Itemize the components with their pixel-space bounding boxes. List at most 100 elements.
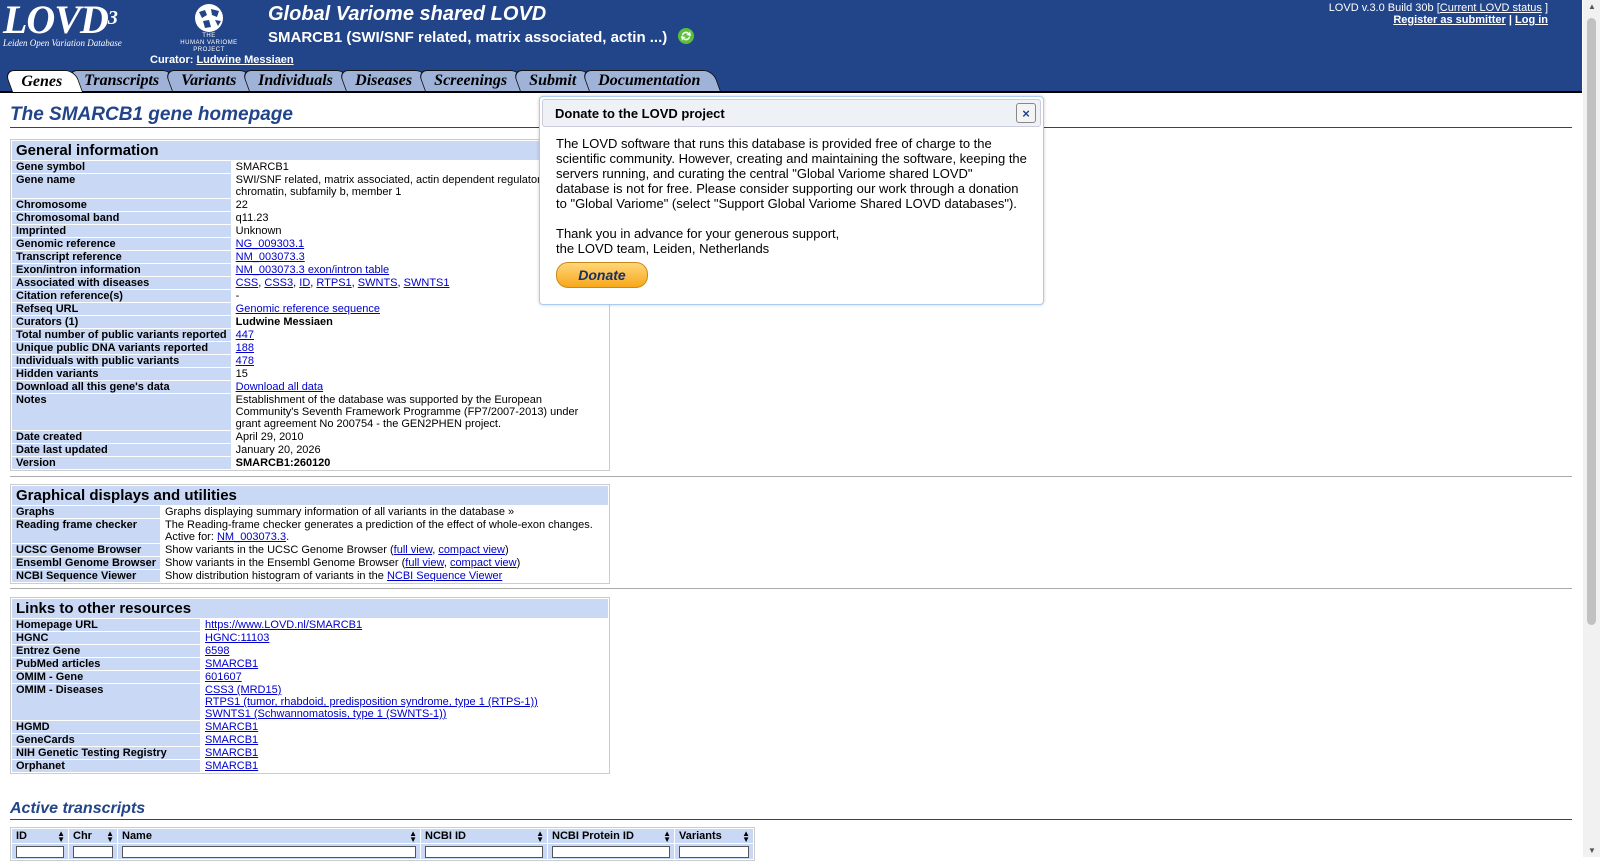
value-link[interactable]: 188	[236, 342, 254, 354]
column-header-variants[interactable]: Variants ▲ ▼	[675, 829, 753, 844]
nih-gtr-link[interactable]: SMARCB1	[205, 747, 258, 759]
section-divider	[10, 476, 1572, 477]
table-row: Gene symbol SMARCB1	[12, 161, 608, 173]
disease-link[interactable]: SWNTS1	[404, 277, 450, 289]
globe-icon	[195, 4, 223, 32]
orphanet-link[interactable]: SMARCB1	[205, 760, 258, 772]
curator-link[interactable]: Ludwine Messiaen	[196, 54, 293, 66]
rf-transcript-link[interactable]: NM_003073.3	[217, 531, 286, 543]
value-link[interactable]: NM_003073.3	[236, 251, 305, 263]
genecards-link[interactable]: SMARCB1	[205, 734, 258, 746]
register-link[interactable]: Register as submitter	[1393, 14, 1505, 26]
vertical-scrollbar[interactable]: ▲ ▼	[1583, 0, 1600, 857]
row-key: Notes	[12, 394, 231, 430]
table-row: HGMD SMARCB1	[12, 721, 608, 733]
row-value: 188	[231, 342, 608, 354]
column-header-id[interactable]: ID ▲ ▼	[12, 829, 68, 844]
pubmed-link[interactable]: SMARCB1	[205, 658, 258, 670]
omim-disease-link[interactable]: SWNTS1 (Schwannomatosis, type 1 (SWNTS-1…	[205, 708, 446, 720]
omim-disease-link[interactable]: RTPS1 (tumor, rhabdoid, predisposition s…	[205, 696, 538, 708]
filter-chr-input[interactable]	[73, 845, 113, 858]
filter-ncbi-protein-id-input[interactable]	[552, 845, 670, 858]
omim-gene-link[interactable]: 601607	[205, 671, 242, 683]
value-link[interactable]: 478	[236, 355, 254, 367]
value-link[interactable]: Download all data	[236, 381, 323, 393]
row-key: Homepage URL	[12, 619, 200, 631]
tab-genes[interactable]: Genes	[3, 70, 83, 92]
disease-link[interactable]: CSS	[236, 277, 259, 289]
table-row: Unique public DNA variants reported 188	[12, 342, 608, 354]
column-header-ncbi-protein-id[interactable]: NCBI Protein ID ▲ ▼	[548, 829, 674, 844]
donate-button[interactable]: Donate	[556, 262, 648, 288]
value-link[interactable]: 447	[236, 329, 254, 341]
disease-link[interactable]: SWNTS	[358, 277, 398, 289]
table-row: Hidden variants 15	[12, 368, 608, 380]
lovd-status-link[interactable]: Current LOVD status	[1440, 2, 1542, 14]
column-header-name[interactable]: Name ▲ ▼	[118, 829, 420, 844]
column-header-ncbi-id[interactable]: NCBI ID ▲ ▼	[421, 829, 547, 844]
table-row: Associated with diseases CSS, CSS3, ID, R…	[12, 277, 608, 289]
refresh-icon[interactable]	[677, 27, 695, 49]
row-value: January 20, 2026	[231, 444, 608, 456]
tab-transcripts[interactable]: Transcripts	[67, 70, 180, 91]
ucsc-compact-view-link[interactable]: compact view	[438, 544, 505, 556]
table-row: Chromosomal band q11.23	[12, 212, 608, 224]
hgmd-link[interactable]: SMARCB1	[205, 721, 258, 733]
row-key: Refseq URL	[12, 303, 231, 315]
hvp-text-the: THE	[202, 33, 216, 39]
table-row: Reading frame checker The Reading-frame c…	[12, 519, 608, 543]
row-value: Ludwine Messiaen	[231, 316, 608, 328]
row-value: The Reading-frame checker generates a pr…	[161, 519, 608, 543]
hvp-text-name: HUMAN VARIOME	[180, 40, 238, 46]
row-value: 15	[231, 368, 608, 380]
row-key: Date created	[12, 431, 231, 443]
entrez-link[interactable]: 6598	[205, 645, 229, 657]
table-row: Graphs Graphs displaying summary informat…	[12, 506, 608, 518]
login-link[interactable]: Log in	[1515, 14, 1548, 26]
rf-active-label: Active for:	[165, 531, 214, 543]
human-variome-project-logo[interactable]: THE HUMAN VARIOME PROJECT	[168, 3, 250, 53]
omim-disease-link[interactable]: CSS3 (MRD15)	[205, 684, 281, 696]
graphical-displays-table: Graphical displays and utilities Graphs G…	[10, 484, 610, 584]
ensembl-compact-view-link[interactable]: compact view	[450, 557, 517, 569]
scroll-thumb[interactable]	[1587, 18, 1596, 625]
filter-name-input[interactable]	[122, 845, 416, 858]
graphs-link[interactable]: Graphs displaying summary information of…	[161, 506, 608, 518]
close-icon[interactable]: ×	[1016, 103, 1036, 123]
disease-link[interactable]: ID	[299, 277, 310, 289]
ensembl-full-view-link[interactable]: full view	[405, 557, 444, 569]
value-link[interactable]: NM_003073.3 exon/intron table	[236, 264, 390, 276]
row-value: Show distribution histogram of variants …	[161, 570, 608, 582]
lovd-logo[interactable]: LOVD3 Leiden Open Variation Database	[3, 0, 138, 48]
filter-ncbi-id-input[interactable]	[425, 845, 543, 858]
donate-message: The LOVD software that runs this databas…	[556, 136, 1027, 211]
value-link[interactable]: NG_009303.1	[236, 238, 305, 250]
dialog-titlebar[interactable]: Donate to the LOVD project ×	[542, 99, 1041, 127]
row-key: Chromosome	[12, 199, 231, 211]
tab-individuals[interactable]: Individuals	[241, 70, 354, 91]
hgnc-link[interactable]: HGNC:11103	[205, 632, 269, 644]
filter-id-input[interactable]	[16, 845, 64, 858]
tab-screenings[interactable]: Screenings	[416, 70, 528, 91]
value-link[interactable]: Genomic reference sequence	[236, 303, 380, 315]
row-key: Graphs	[12, 506, 160, 518]
disease-link[interactable]: RTPS1	[316, 277, 351, 289]
filter-variants-input[interactable]	[679, 845, 749, 858]
column-header-chr[interactable]: Chr ▲ ▼	[69, 829, 117, 844]
value-bold: Ludwine Messiaen	[235, 316, 333, 328]
tab-variants[interactable]: Variants	[164, 70, 257, 91]
ncbi-viewer-link[interactable]: NCBI Sequence Viewer	[387, 570, 502, 582]
tab-diseases[interactable]: Diseases	[337, 70, 433, 91]
tab-documentation[interactable]: Documentation	[580, 70, 721, 91]
row-key: Chromosomal band	[12, 212, 231, 224]
homepage-link[interactable]: https://www.LOVD.nl/SMARCB1	[205, 619, 362, 631]
ucsc-full-view-link[interactable]: full view	[394, 544, 433, 556]
tab-label: Variants	[181, 72, 237, 89]
row-key: Exon/intron information	[12, 264, 231, 276]
scroll-down-arrow[interactable]: ▼	[1588, 846, 1596, 855]
disease-link[interactable]: CSS3	[264, 277, 293, 289]
tab-label: Diseases	[354, 72, 412, 89]
table-caption: General information	[12, 141, 608, 160]
scroll-up-arrow[interactable]: ▲	[1588, 2, 1596, 11]
row-key: Hidden variants	[12, 368, 231, 380]
